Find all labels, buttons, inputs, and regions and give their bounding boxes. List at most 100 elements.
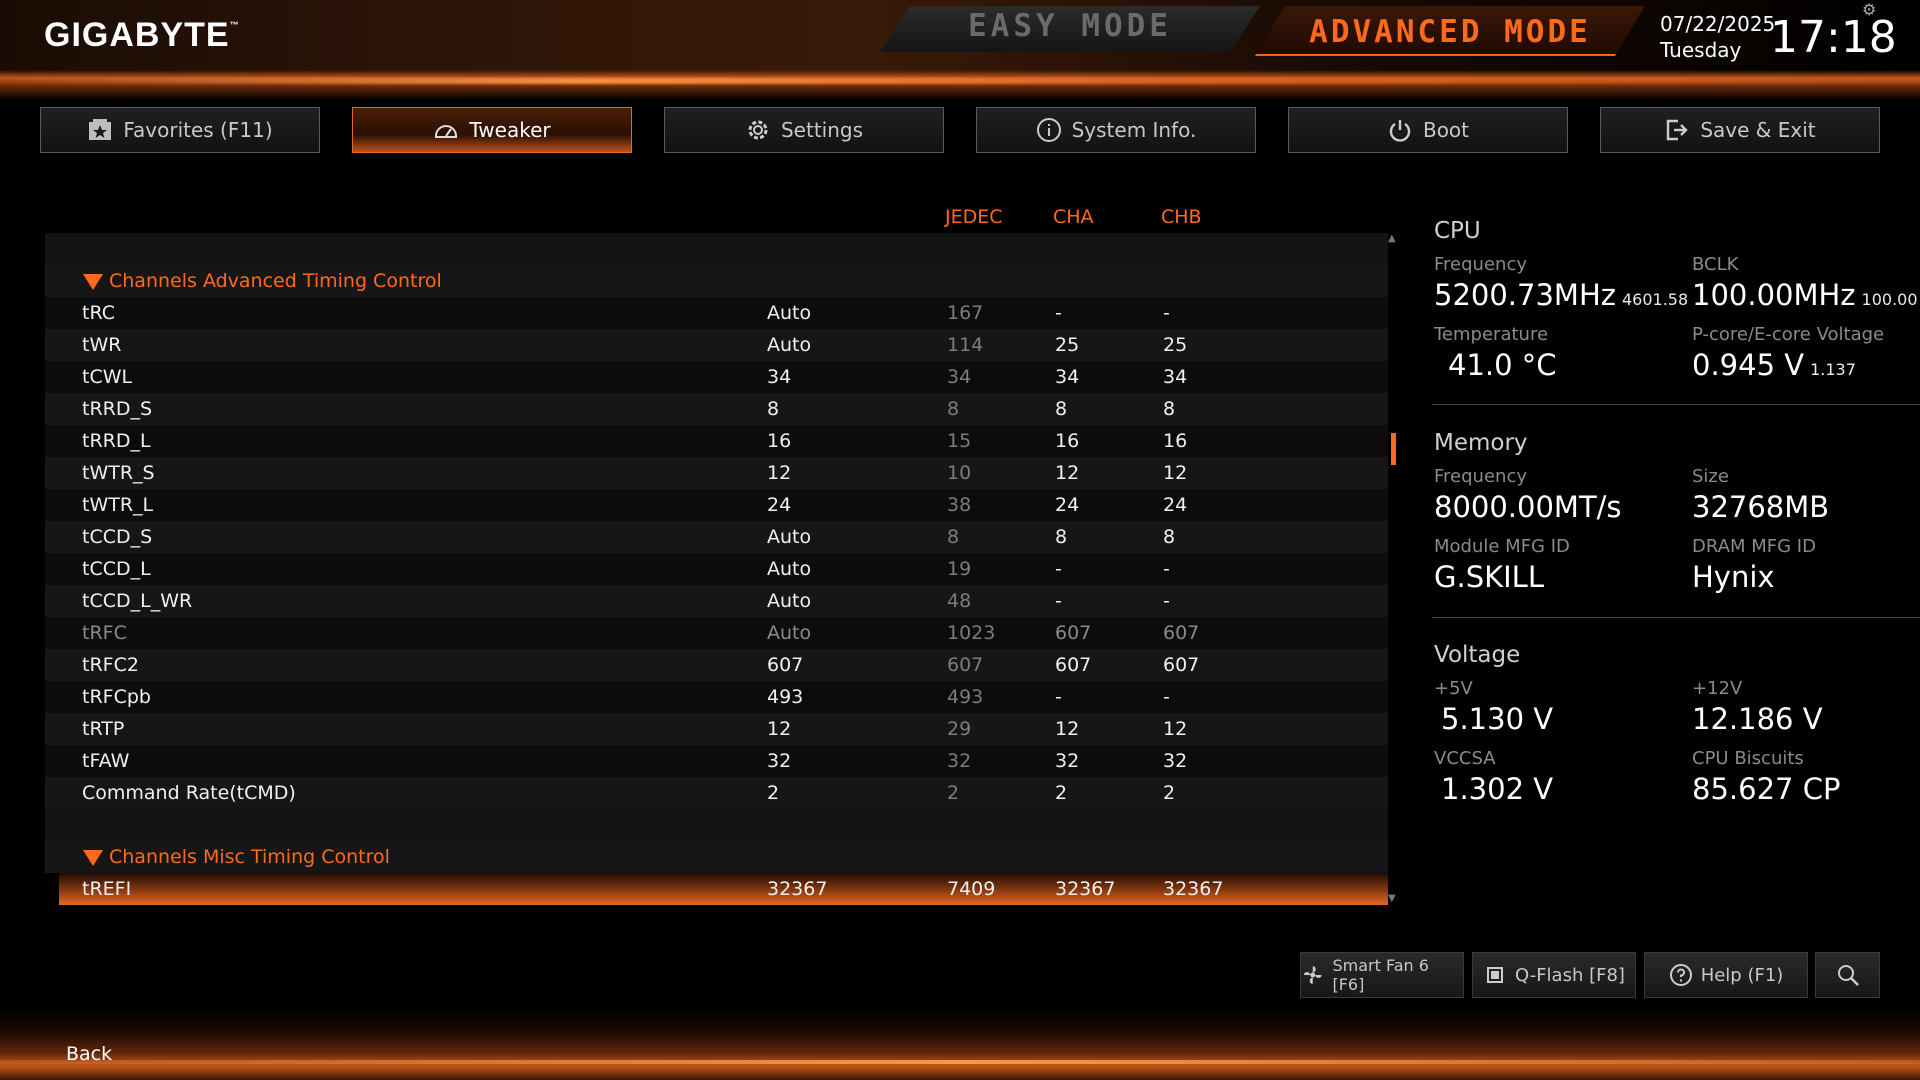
cpu-frequency-value: 5200.73MHz 4601.58 bbox=[1434, 278, 1689, 312]
timing-setting[interactable]: Auto bbox=[767, 590, 811, 612]
timing-cha: 607 bbox=[1055, 654, 1092, 676]
timing-setting[interactable]: 12 bbox=[767, 718, 791, 740]
timing-cha: 8 bbox=[1055, 398, 1068, 420]
settings-corner-icon[interactable]: ⚙ bbox=[1862, 0, 1880, 19]
table-row[interactable]: tWTR_L 24 38 24 24 bbox=[45, 489, 1388, 521]
table-row[interactable]: tRRD_S 8 8 8 8 bbox=[45, 393, 1388, 425]
scrollbar-thumb[interactable] bbox=[1391, 433, 1396, 465]
timing-setting[interactable]: Auto bbox=[767, 622, 811, 644]
table-row[interactable]: tRFC Auto 1023 607 607 bbox=[45, 617, 1388, 649]
timing-name: tWR bbox=[82, 334, 122, 356]
table-row[interactable]: tCCD_L Auto 19 - - bbox=[45, 553, 1388, 585]
timing-cha: 8 bbox=[1055, 526, 1068, 548]
timing-chb: - bbox=[1163, 558, 1170, 580]
timing-setting[interactable]: 24 bbox=[767, 494, 791, 516]
timing-cha: 25 bbox=[1055, 334, 1080, 356]
help-button[interactable]: Help (F1) bbox=[1644, 952, 1808, 998]
cpu-voltage-label: P-core/E-core Voltage bbox=[1692, 324, 1885, 345]
cpu-voltage-value: 0.945 V 1.137 bbox=[1692, 348, 1856, 382]
timing-cha: 12 bbox=[1055, 462, 1080, 484]
tab-label: Settings bbox=[780, 118, 864, 142]
timing-jedec: 7409 bbox=[947, 878, 996, 900]
qflash-button[interactable]: Q-Flash [F8] bbox=[1472, 952, 1636, 998]
timing-setting[interactable]: 32367 bbox=[767, 878, 827, 900]
timing-setting[interactable]: Auto bbox=[767, 334, 811, 356]
timing-jedec: 15 bbox=[947, 430, 972, 452]
tab-settings[interactable]: Settings bbox=[664, 107, 944, 153]
table-row[interactable]: tWTR_S 12 10 12 12 bbox=[45, 457, 1388, 489]
power-icon bbox=[1389, 120, 1411, 142]
timing-setting[interactable]: Auto bbox=[767, 526, 811, 548]
timing-chb: - bbox=[1163, 302, 1170, 324]
cpu-temperature-label: Temperature bbox=[1434, 324, 1549, 345]
timing-setting[interactable]: 34 bbox=[767, 366, 791, 388]
timing-jedec: 114 bbox=[947, 334, 984, 356]
tab-tweaker[interactable]: Tweaker bbox=[352, 107, 632, 153]
tab-boot[interactable]: Boot bbox=[1288, 107, 1568, 153]
collapse-triangle-icon[interactable] bbox=[83, 850, 103, 866]
timing-name: tWTR_L bbox=[82, 494, 154, 516]
timing-chb: 12 bbox=[1163, 718, 1188, 740]
timing-name: tRRD_S bbox=[82, 398, 153, 420]
timing-setting[interactable]: 16 bbox=[767, 430, 791, 452]
v5-value: 5.130 V bbox=[1441, 702, 1554, 736]
timing-name: tWTR_S bbox=[82, 462, 155, 484]
help-label: Help (F1) bbox=[1700, 964, 1784, 986]
easy-mode-button[interactable]: EASY MODE bbox=[880, 8, 1260, 44]
table-row[interactable]: tRRD_L 16 15 16 16 bbox=[45, 425, 1388, 457]
timing-cha: - bbox=[1055, 686, 1062, 708]
scroll-up-arrow-icon[interactable]: ▲ bbox=[1388, 233, 1396, 244]
timing-setting[interactable]: Auto bbox=[767, 558, 811, 580]
collapse-triangle-icon[interactable] bbox=[83, 274, 103, 290]
cpu-biscuits-label: CPU Biscuits bbox=[1692, 748, 1804, 769]
timing-name: tCCD_S bbox=[82, 526, 153, 548]
back-button[interactable]: Back bbox=[66, 1043, 112, 1065]
scroll-down-arrow-icon[interactable]: ▼ bbox=[1388, 893, 1396, 904]
tab-system-info[interactable]: System Info. bbox=[976, 107, 1256, 153]
smart-fan-button[interactable]: Smart Fan 6 [F6] bbox=[1300, 952, 1464, 998]
section-header-advanced-timing[interactable]: Channels Advanced Timing Control bbox=[45, 265, 1388, 297]
speedometer-icon bbox=[435, 125, 458, 138]
timing-setting[interactable]: Auto bbox=[767, 302, 811, 324]
timing-setting[interactable]: 12 bbox=[767, 462, 791, 484]
timing-name: tRFCpb bbox=[82, 686, 151, 708]
column-header-chb: CHB bbox=[1161, 206, 1202, 228]
timing-name: tCCD_L bbox=[82, 558, 151, 580]
v12-label: +12V bbox=[1692, 678, 1743, 699]
smart-fan-label: Smart Fan 6 [F6] bbox=[1332, 956, 1429, 994]
table-row[interactable]: tCWL 34 34 34 34 bbox=[45, 361, 1388, 393]
tab-save-exit[interactable]: Save & Exit bbox=[1600, 107, 1880, 153]
exit-icon bbox=[1667, 119, 1689, 141]
table-row[interactable]: tRTP 12 29 12 12 bbox=[45, 713, 1388, 745]
timing-chb: 2 bbox=[1163, 782, 1176, 804]
table-row[interactable]: tWR Auto 114 25 25 bbox=[45, 329, 1388, 361]
section-header-misc-timing[interactable]: Channels Misc Timing Control bbox=[45, 841, 1388, 873]
timing-setting[interactable]: 32 bbox=[767, 750, 791, 772]
timing-rows: tRC Auto 167 - - tWR Auto 114 25 25 tCWL 34 34 34 34 tR… bbox=[45, 297, 1388, 809]
table-row[interactable]: tCCD_L_WR Auto 48 - - bbox=[45, 585, 1388, 617]
table-row[interactable]: tRFC2 607 607 607 607 bbox=[45, 649, 1388, 681]
v12-value: 12.186 V bbox=[1692, 702, 1823, 736]
table-row[interactable]: tCCD_S Auto 8 8 8 bbox=[45, 521, 1388, 553]
timing-setting[interactable]: 8 bbox=[767, 398, 779, 420]
bclk-value: 100.00MHz 100.00 bbox=[1692, 278, 1918, 312]
timing-setting[interactable]: 607 bbox=[767, 654, 803, 676]
tab-favorites[interactable]: Favorites (F11) bbox=[40, 107, 320, 153]
advanced-mode-button[interactable]: ADVANCED MODE bbox=[1255, 14, 1645, 50]
timing-chb: - bbox=[1163, 686, 1170, 708]
table-row[interactable]: tRFCpb 493 493 - - bbox=[45, 681, 1388, 713]
star-icon bbox=[89, 119, 112, 140]
timing-jedec: 32 bbox=[947, 750, 972, 772]
module-mfg-label: Module MFG ID bbox=[1434, 536, 1570, 557]
timing-setting[interactable]: 2 bbox=[767, 782, 779, 804]
table-row-selected[interactable]: tREFI 32367 7409 32367 32367 bbox=[59, 873, 1388, 905]
timing-name: tREFI bbox=[82, 878, 132, 900]
table-row[interactable]: tFAW 32 32 32 32 bbox=[45, 745, 1388, 777]
timing-jedec: 8 bbox=[947, 526, 960, 548]
timing-name: tRC bbox=[82, 302, 115, 324]
search-button[interactable] bbox=[1815, 952, 1880, 998]
memory-frequency-value: 8000.00MT/s bbox=[1434, 490, 1622, 524]
table-row[interactable]: Command Rate(tCMD) 2 2 2 2 bbox=[45, 777, 1388, 809]
table-row[interactable]: tRC Auto 167 - - bbox=[45, 297, 1388, 329]
timing-setting[interactable]: 493 bbox=[767, 686, 803, 708]
